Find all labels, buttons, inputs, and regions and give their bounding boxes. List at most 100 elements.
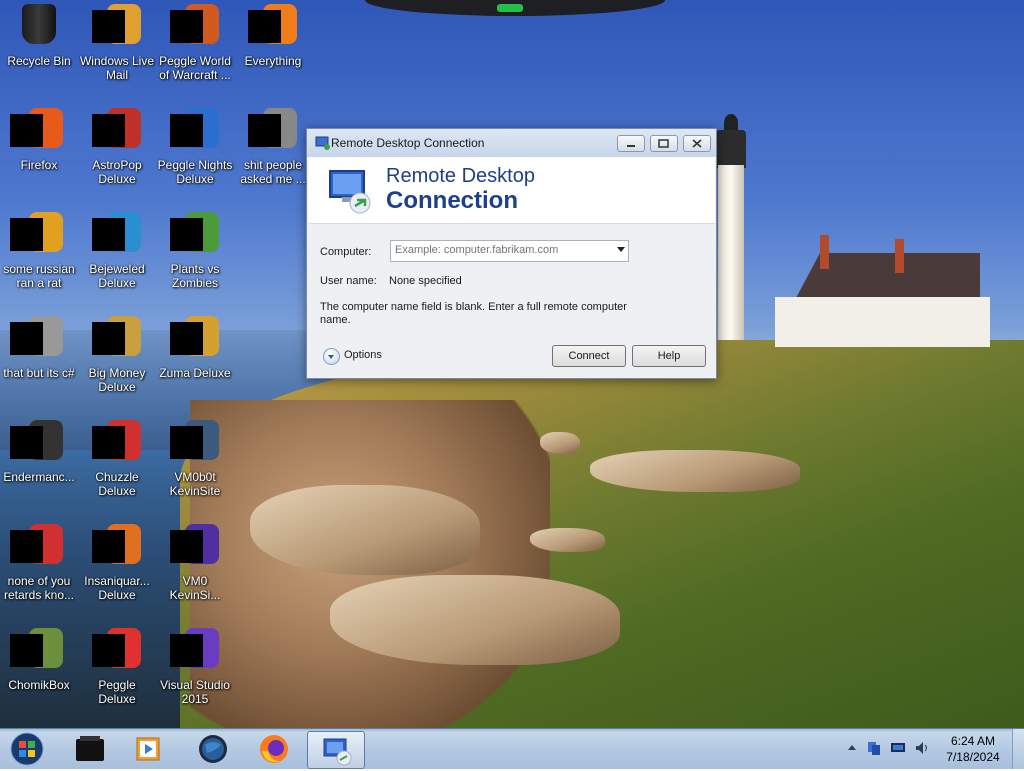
show-hidden-icons-arrow-icon[interactable] bbox=[844, 740, 860, 756]
desktop-icon[interactable]: Firefox bbox=[0, 108, 78, 172]
files-icon[interactable] bbox=[10, 316, 63, 364]
remote-desktop-window[interactable]: Remote Desktop Connection Remote Desktop… bbox=[306, 128, 717, 379]
chevron-down-icon[interactable] bbox=[617, 247, 625, 252]
desktop-icon-label: ChomikBox bbox=[8, 678, 70, 692]
computer-input[interactable] bbox=[393, 242, 607, 258]
taskbar-app-media-player[interactable] bbox=[120, 731, 176, 767]
options-toggle[interactable]: Options bbox=[323, 347, 387, 365]
everything-search-icon[interactable] bbox=[248, 4, 297, 52]
wallpaper-rock bbox=[250, 485, 480, 575]
expand-arrow-icon[interactable] bbox=[323, 348, 340, 365]
validation-message: The computer name field is blank. Enter … bbox=[320, 301, 627, 326]
minimize-button[interactable] bbox=[617, 135, 645, 152]
bejeweled-icon[interactable] bbox=[92, 212, 141, 260]
wallpaper-rock bbox=[530, 528, 605, 552]
username-label: User name: bbox=[320, 275, 377, 287]
desktop-icon[interactable]: AstroPop Deluxe bbox=[78, 108, 156, 186]
desktop-icon[interactable]: Endermanc... bbox=[0, 420, 78, 484]
peggle-nights-icon[interactable] bbox=[170, 108, 219, 156]
desktop-icon-label: Peggle Deluxe bbox=[98, 678, 136, 706]
chuzzle-icon[interactable] bbox=[92, 420, 141, 468]
vm-icon[interactable] bbox=[170, 420, 219, 468]
terminal-icon[interactable] bbox=[10, 420, 63, 468]
desktop-icon[interactable]: Peggle Deluxe bbox=[78, 628, 156, 706]
username-value: None specified bbox=[389, 275, 462, 287]
plants-vs-zombies-icon[interactable] bbox=[170, 212, 219, 260]
desktop-icon-label: Firefox bbox=[20, 158, 58, 172]
desktop-icon-label: Peggle Nights Deluxe bbox=[157, 158, 233, 186]
desktop-icon-label: Insaniquar... Deluxe bbox=[84, 574, 150, 602]
desktop-icon[interactable]: Zuma Deluxe bbox=[156, 316, 234, 380]
clock[interactable]: 6:24 AM 7/18/2024 bbox=[940, 733, 1006, 765]
taskbar-app-globe[interactable] bbox=[185, 731, 241, 767]
desktop-icon-label: that but its c# bbox=[3, 366, 75, 380]
desktop-icon[interactable]: Everything bbox=[234, 4, 312, 68]
network-icon[interactable] bbox=[866, 740, 882, 756]
wallpaper-rock bbox=[540, 432, 580, 454]
taskbar: 6:24 AM 7/18/2024 bbox=[0, 728, 1024, 769]
desktop-icon[interactable]: VM0b0t KevinSite bbox=[156, 420, 234, 498]
volume-icon[interactable] bbox=[914, 740, 930, 756]
start-orb-icon bbox=[10, 732, 44, 766]
firefox-icon bbox=[260, 735, 288, 763]
big-money-icon[interactable] bbox=[92, 316, 141, 364]
desktop-icon[interactable]: Peggle World of Warcraft ... bbox=[156, 4, 234, 82]
desktop-icon[interactable]: none of you retards kno... bbox=[0, 524, 78, 602]
peggle-wow-icon[interactable] bbox=[170, 4, 219, 52]
firefox-icon[interactable] bbox=[10, 108, 63, 156]
start-button[interactable] bbox=[2, 731, 52, 767]
desktop-icon-label: Plants vs Zombies bbox=[170, 262, 220, 290]
desktop-icon[interactable]: some russian ran a rat bbox=[0, 212, 78, 290]
close-button[interactable] bbox=[683, 135, 711, 152]
connect-button[interactable]: Connect bbox=[552, 345, 626, 367]
show-desktop-button[interactable] bbox=[1012, 729, 1024, 769]
banner-title-line2: Connection bbox=[386, 187, 518, 214]
desktop-icon[interactable]: ChomikBox bbox=[0, 628, 78, 692]
vm-icon[interactable] bbox=[170, 524, 219, 572]
desktop-icon[interactable]: that but its c# bbox=[0, 316, 78, 380]
desktop-icon[interactable]: Recycle Bin bbox=[0, 4, 78, 68]
window-title: Remote Desktop Connection bbox=[331, 136, 485, 150]
desktop-icon-label: Bejeweled Deluxe bbox=[89, 262, 145, 290]
desktop-icon[interactable]: Plants vs Zombies bbox=[156, 212, 234, 290]
app-icon[interactable] bbox=[10, 524, 63, 572]
folder-icon[interactable] bbox=[248, 108, 297, 156]
media-player-icon bbox=[136, 737, 160, 761]
maximize-button[interactable] bbox=[650, 135, 678, 152]
computer-combobox[interactable] bbox=[390, 240, 629, 262]
clock-date: 7/18/2024 bbox=[946, 750, 1000, 764]
computer-label: Computer: bbox=[320, 246, 372, 258]
desktop-icon[interactable]: VM0 KevinSi... bbox=[156, 524, 234, 602]
desktop-icon[interactable]: Bejeweled Deluxe bbox=[78, 212, 156, 290]
recycle-bin-icon[interactable] bbox=[15, 4, 63, 52]
peggle-icon[interactable] bbox=[92, 628, 141, 676]
display-icon[interactable] bbox=[890, 740, 906, 756]
zuma-icon[interactable] bbox=[170, 316, 219, 364]
help-button[interactable]: Help bbox=[632, 345, 706, 367]
taskbar-app-blackbox[interactable] bbox=[62, 731, 118, 767]
desktop-icon[interactable]: Visual Studio 2015 bbox=[156, 628, 234, 706]
taskbar-app-firefox[interactable] bbox=[246, 731, 302, 767]
desktop-icon[interactable]: Windows Live Mail bbox=[78, 4, 156, 82]
desktop-icon[interactable]: shit people asked me ... bbox=[234, 108, 312, 186]
chomikbox-icon[interactable] bbox=[10, 628, 63, 676]
desktop-icon[interactable]: Chuzzle Deluxe bbox=[78, 420, 156, 498]
insaniquarium-icon[interactable] bbox=[92, 524, 141, 572]
desktop-icon[interactable]: Big Money Deluxe bbox=[78, 316, 156, 394]
close-icon bbox=[692, 139, 702, 148]
visual-studio-icon[interactable] bbox=[170, 628, 219, 676]
clock-time: 6:24 AM bbox=[950, 734, 996, 748]
app-icon[interactable] bbox=[10, 212, 63, 260]
astropop-icon[interactable] bbox=[92, 108, 141, 156]
desktop-icon-label: none of you retards kno... bbox=[3, 574, 75, 602]
windows-live-mail-icon[interactable] bbox=[92, 4, 141, 52]
desktop-icon-label: shit people asked me ... bbox=[240, 158, 306, 186]
taskbar-app-remote-desktop[interactable] bbox=[307, 731, 365, 769]
status-indicator bbox=[497, 4, 523, 12]
desktop-icon[interactable]: Insaniquar... Deluxe bbox=[78, 524, 156, 602]
desktop-icon-label: Zuma Deluxe bbox=[159, 366, 231, 380]
wallpaper-house bbox=[770, 235, 990, 350]
wallpaper-rock bbox=[330, 575, 620, 665]
desktop-icon[interactable]: Peggle Nights Deluxe bbox=[156, 108, 234, 186]
title-bar[interactable]: Remote Desktop Connection bbox=[307, 129, 716, 157]
